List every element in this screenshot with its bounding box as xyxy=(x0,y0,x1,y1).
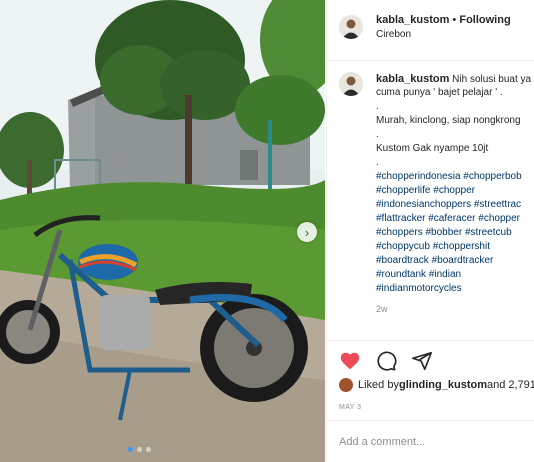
heart-icon[interactable] xyxy=(339,350,361,372)
action-bar xyxy=(339,350,433,372)
post-image[interactable]: › xyxy=(0,0,325,462)
chevron-right-icon: › xyxy=(304,224,310,240)
hashtag-link[interactable]: #indonesianchoppers #streettrac xyxy=(376,198,534,212)
separator: • xyxy=(449,14,460,26)
hashtag-link[interactable]: #roundtank #indian xyxy=(376,268,534,282)
location-link[interactable]: Cirebon xyxy=(376,29,411,40)
caption-line: Kustom Gak nyampe 10jt xyxy=(376,143,489,154)
carousel-dot xyxy=(137,447,142,452)
following-button[interactable]: Following xyxy=(459,14,510,26)
hashtag-link[interactable]: #choppycub #choppershit xyxy=(376,240,534,254)
hashtag-link[interactable]: #indianmotorcycles xyxy=(376,282,534,296)
caption-line: . xyxy=(376,157,379,168)
hashtag-link[interactable]: #chopperindonesia #chopperbob xyxy=(376,170,534,184)
post-date: MAY 3 xyxy=(339,404,362,411)
motorcycle-photo xyxy=(0,0,325,462)
caption-line: . xyxy=(376,101,379,112)
caption-line: Nih solusi buat ya xyxy=(452,74,532,85)
caption-line: cuma punya ' bajet pelajar ' . xyxy=(376,87,503,98)
hashtag-link[interactable]: #chopperlife #chopper xyxy=(376,184,534,198)
post-side-panel: kabla_kustom • Following Cirebon kabla_k… xyxy=(326,0,534,462)
share-icon[interactable] xyxy=(411,350,433,372)
hashtag-list: #chopperindonesia #chopperbob #chopperli… xyxy=(376,170,534,296)
carousel-dot xyxy=(146,447,151,452)
avatar[interactable] xyxy=(339,15,363,39)
caption-username-link[interactable]: kabla_kustom xyxy=(376,73,449,85)
hashtag-link[interactable]: #boardtrack #boardtracker xyxy=(376,254,534,268)
carousel-indicator xyxy=(128,447,151,452)
likes-prefix: Liked by xyxy=(358,379,399,391)
hashtag-link[interactable]: #flattracker #caferacer #chopper xyxy=(376,212,534,226)
caption-text: kabla_kustom Nih solusi buat ya cuma pun… xyxy=(376,72,534,316)
comment-input[interactable]: Add a comment... xyxy=(339,436,425,448)
likes-summary: Liked by glinding_kustom and 2,791 xyxy=(339,378,534,392)
next-image-button[interactable]: › xyxy=(297,222,317,242)
post-header: kabla_kustom • Following Cirebon xyxy=(327,0,534,61)
username-link[interactable]: kabla_kustom xyxy=(376,14,449,26)
liker-avatar[interactable] xyxy=(339,378,353,392)
avatar[interactable] xyxy=(339,72,363,96)
likes-count[interactable]: and 2,791 xyxy=(487,379,534,391)
caption-line: . xyxy=(376,129,379,140)
hashtag-link[interactable]: #choppers #bobber #streetcub xyxy=(376,226,534,240)
caption-timestamp: 2w xyxy=(376,304,388,314)
liker-username-link[interactable]: glinding_kustom xyxy=(399,379,487,391)
carousel-dot xyxy=(128,447,133,452)
caption-line: Murah, kinclong, siap nongkrong xyxy=(376,115,521,126)
divider xyxy=(327,420,534,421)
divider xyxy=(327,340,534,341)
comment-icon[interactable] xyxy=(375,350,397,372)
